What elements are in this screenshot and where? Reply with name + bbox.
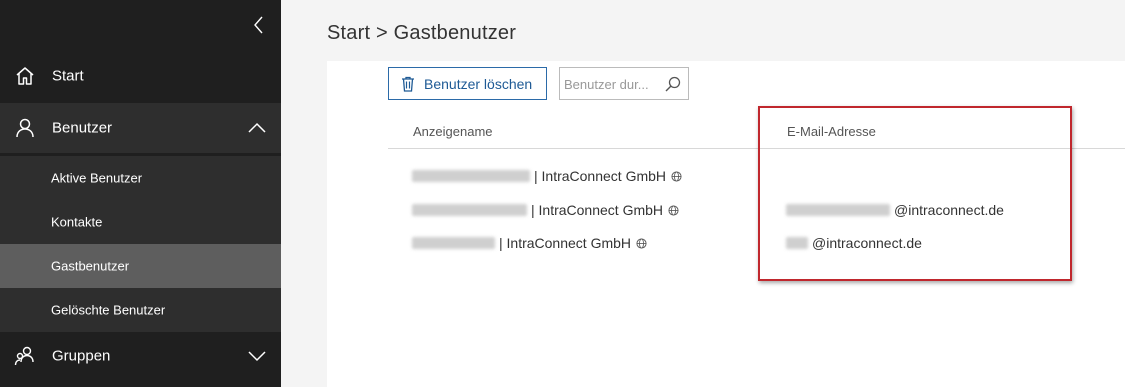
company-label: | IntraConnect GmbH bbox=[531, 202, 664, 218]
email-domain: @intraconnect.de bbox=[812, 235, 922, 251]
chevron-left-icon bbox=[254, 16, 263, 34]
redacted-email bbox=[786, 204, 890, 216]
home-icon bbox=[16, 67, 34, 85]
header-divider bbox=[388, 148, 1125, 149]
table-row[interactable]: | IntraConnect GmbH @intraconnect.de bbox=[388, 228, 1125, 258]
admin-app: Start Benutzer Aktive Benutzer Kontakte … bbox=[0, 0, 1125, 387]
display-name-cell: | IntraConnect GmbH bbox=[412, 202, 679, 218]
collapse-sidebar-button[interactable] bbox=[248, 12, 270, 38]
sidebar-item-label: Kontakte bbox=[51, 214, 103, 230]
redacted-email bbox=[786, 237, 808, 249]
display-name-cell: | IntraConnect GmbH bbox=[412, 235, 647, 251]
chevron-down-icon bbox=[248, 351, 266, 362]
table-row[interactable]: | IntraConnect GmbH bbox=[388, 161, 1125, 191]
person-icon bbox=[16, 118, 34, 138]
column-header-display-name[interactable]: Anzeigename bbox=[413, 124, 493, 139]
globe-icon bbox=[671, 170, 682, 182]
email-cell: @intraconnect.de bbox=[786, 202, 1004, 218]
company-label: | IntraConnect GmbH bbox=[534, 168, 667, 184]
email-domain: @intraconnect.de bbox=[894, 202, 1004, 218]
search-icon[interactable] bbox=[664, 75, 682, 93]
globe-icon bbox=[668, 204, 679, 216]
search-input[interactable] bbox=[564, 74, 660, 94]
sidebar-item-label: Aktive Benutzer bbox=[51, 170, 143, 186]
sidebar-item-benutzer[interactable]: Benutzer bbox=[0, 103, 281, 153]
sidebar-item-aktive-benutzer[interactable]: Aktive Benutzer bbox=[0, 156, 281, 200]
display-name-cell: | IntraConnect GmbH bbox=[412, 168, 682, 184]
guest-users-panel: Benutzer löschen Anzeigename E-Mail-Adre… bbox=[327, 61, 1125, 387]
sidebar-item-label: Gelöschte Benutzer bbox=[51, 302, 166, 318]
redacted-name bbox=[412, 204, 527, 216]
chevron-up-icon bbox=[248, 122, 266, 133]
table-row[interactable]: | IntraConnect GmbH @intraconnect.de bbox=[388, 195, 1125, 225]
sidebar-item-kontakte[interactable]: Kontakte bbox=[0, 200, 281, 244]
sidebar-item-gruppen[interactable]: Gruppen bbox=[0, 331, 281, 381]
company-label: | IntraConnect GmbH bbox=[499, 235, 632, 251]
redacted-name bbox=[412, 237, 495, 249]
group-icon bbox=[14, 346, 34, 366]
trash-icon bbox=[402, 76, 414, 92]
breadcrumb: Start > Gastbenutzer bbox=[327, 22, 517, 44]
delete-user-button[interactable]: Benutzer löschen bbox=[388, 67, 547, 100]
sidebar-item-label: Benutzer bbox=[52, 119, 113, 137]
sidebar-item-label: Gruppen bbox=[52, 347, 111, 365]
sidebar-item-gastbenutzer[interactable]: Gastbenutzer bbox=[0, 244, 281, 288]
sidebar: Start Benutzer Aktive Benutzer Kontakte … bbox=[0, 0, 281, 387]
column-header-email[interactable]: E-Mail-Adresse bbox=[787, 124, 876, 139]
sidebar-item-start[interactable]: Start bbox=[0, 51, 281, 101]
redacted-name bbox=[412, 170, 530, 182]
email-cell: @intraconnect.de bbox=[786, 235, 922, 251]
globe-icon bbox=[636, 237, 647, 249]
delete-user-label: Benutzer löschen bbox=[424, 75, 533, 92]
sidebar-item-geloeschte-benutzer[interactable]: Gelöschte Benutzer bbox=[0, 288, 281, 332]
sidebar-item-label: Start bbox=[52, 67, 84, 85]
search-box bbox=[559, 67, 689, 100]
sidebar-item-label: Gastbenutzer bbox=[51, 258, 130, 274]
